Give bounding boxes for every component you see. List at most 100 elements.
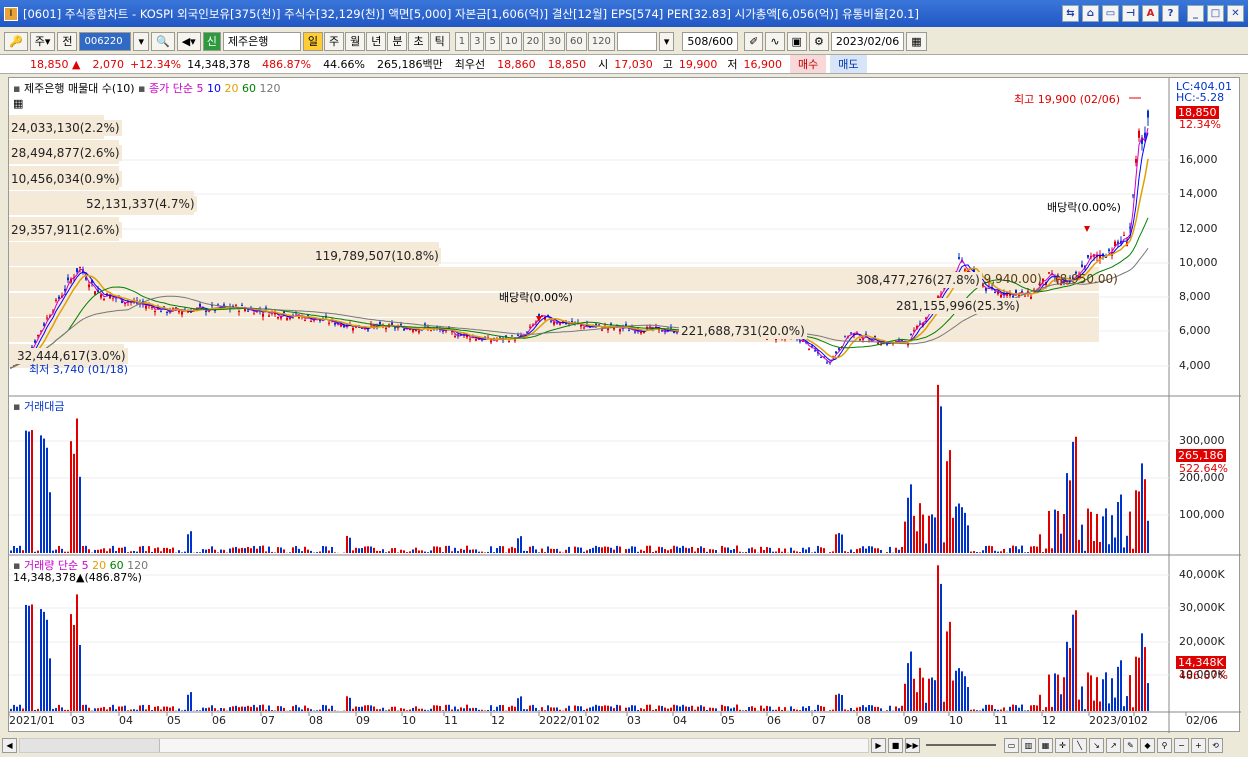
- settings-icon[interactable]: ⚙: [808, 31, 829, 51]
- timeframe-2[interactable]: 월: [345, 31, 366, 51]
- scrollbar-thumb[interactable]: [20, 738, 160, 752]
- volume-bar: [94, 708, 96, 711]
- interval-30[interactable]: 30: [544, 31, 566, 51]
- volume-bar: [172, 706, 174, 711]
- key-icon[interactable]: 🔑: [4, 31, 28, 51]
- pin-icon[interactable]: ⊣: [1122, 5, 1139, 22]
- amount-bar: [244, 548, 246, 553]
- volume-bar: [1033, 705, 1035, 711]
- chart-canvas[interactable]: [9, 78, 1241, 733]
- line-tool-icon[interactable]: ╲: [1072, 737, 1087, 753]
- interval-60[interactable]: 60: [566, 31, 587, 51]
- date-input[interactable]: 2023/02/06: [830, 31, 905, 51]
- pen-tool-icon[interactable]: ✎: [1123, 737, 1138, 753]
- indicator-icon[interactable]: ∿: [765, 31, 785, 51]
- help-icon[interactable]: ?: [1162, 5, 1179, 22]
- volume-bar: [244, 706, 246, 711]
- count-input[interactable]: 508/600: [682, 31, 739, 51]
- volume-bar: [61, 707, 63, 711]
- prev-button[interactable]: 전: [57, 31, 78, 51]
- interval-1[interactable]: 1: [454, 31, 470, 51]
- speaker-icon[interactable]: ◀▾: [176, 31, 201, 51]
- volume-bar: [985, 704, 987, 711]
- crosshair-icon[interactable]: ✛: [1055, 737, 1070, 753]
- interval-10[interactable]: 10: [500, 31, 522, 51]
- volume-bar: [364, 705, 366, 711]
- chart-area[interactable]: ▪ 제주은행 매물대 수(10) ▪ 종가 단순 5 10 20 60 120 …: [8, 77, 1241, 733]
- search-icon[interactable]: 🔍: [151, 31, 175, 51]
- close-button[interactable]: ✕: [1227, 5, 1244, 22]
- layout-icon-2[interactable]: ▥: [1021, 737, 1036, 753]
- reset-icon[interactable]: ⟲: [1208, 737, 1223, 753]
- volume-bar: [1036, 705, 1038, 711]
- amount-bar: [844, 551, 846, 553]
- volume-bar: [28, 605, 30, 711]
- timeframe-6[interactable]: 틱: [429, 31, 450, 51]
- volume-bar: [838, 693, 840, 711]
- timeframe-0[interactable]: 일: [302, 31, 323, 51]
- fast-forward-icon[interactable]: ▶▶: [905, 737, 920, 753]
- zoom-in-icon[interactable]: +: [1191, 737, 1206, 753]
- stock-code-input[interactable]: 006220: [79, 31, 132, 51]
- ask-price: 18,860: [497, 57, 536, 71]
- volume-bar: [46, 619, 48, 711]
- ray-tool-icon[interactable]: ↘: [1089, 737, 1104, 753]
- interval-20[interactable]: 20: [522, 31, 544, 51]
- price-panel-header: ▪ 제주은행 매물대 수(10) ▪ 종가 단순 5 10 20 60 120: [13, 82, 281, 95]
- arrow-tool-icon[interactable]: ↗: [1106, 737, 1121, 753]
- scrollbar-track[interactable]: [19, 737, 869, 753]
- amount-bar: [775, 551, 777, 553]
- amount-bar: [559, 551, 561, 553]
- volume-bar: [436, 705, 438, 711]
- high-label: 고: [662, 58, 673, 71]
- maximize-button[interactable]: □: [1207, 5, 1224, 22]
- layout-icon-1[interactable]: ▭: [1004, 737, 1019, 753]
- stock-name-field[interactable]: 제주은행: [222, 31, 301, 51]
- volume-bar: [145, 709, 147, 711]
- scroll-left-icon[interactable]: ◀: [2, 737, 17, 753]
- calendar-icon[interactable]: ▦: [906, 31, 927, 51]
- stop-icon[interactable]: ■: [888, 737, 903, 753]
- interval-dropdown[interactable]: ▾: [658, 31, 675, 51]
- amount-bar: [856, 549, 858, 553]
- code-dropdown-button[interactable]: ▾: [133, 31, 150, 51]
- volume-bar: [85, 704, 87, 711]
- x-axis-label: 2021/01: [9, 714, 55, 727]
- candle-body: [1015, 290, 1017, 294]
- volume-bar: [673, 704, 675, 711]
- grid-icon[interactable]: ▦: [13, 97, 23, 110]
- zoom-icon[interactable]: ⚲: [1157, 737, 1172, 753]
- window-icon[interactable]: ▭: [1102, 5, 1119, 22]
- period-select[interactable]: 주 ▾: [29, 31, 56, 51]
- layout-icon-3[interactable]: ▦: [1038, 737, 1053, 753]
- amount-bar: [322, 545, 324, 553]
- play-icon[interactable]: ▶: [871, 737, 886, 753]
- volume-bar: [595, 704, 597, 711]
- draw-tool-icon[interactable]: ✐: [744, 31, 764, 51]
- home-icon[interactable]: ⌂: [1082, 5, 1099, 22]
- timeframe-4[interactable]: 분: [387, 31, 408, 51]
- volume-bar: [805, 707, 807, 711]
- minimize-button[interactable]: _: [1187, 5, 1204, 22]
- volume-bar: [574, 705, 576, 711]
- price-panel-close-icon[interactable]: ▪: [13, 82, 20, 95]
- save-icon[interactable]: ▣: [786, 31, 807, 51]
- buy-button[interactable]: 매수: [790, 55, 827, 73]
- amount-bar: [667, 550, 669, 553]
- interval-120[interactable]: 120: [587, 31, 615, 51]
- link-icon[interactable]: ⇆: [1062, 5, 1079, 22]
- sell-button[interactable]: 매도: [830, 55, 867, 73]
- zoom-out-icon[interactable]: −: [1174, 737, 1189, 753]
- interval-5[interactable]: 5: [485, 31, 500, 51]
- zoom-slider[interactable]: [926, 744, 996, 746]
- interval-3[interactable]: 3: [470, 31, 485, 51]
- timeframe-1[interactable]: 주: [323, 31, 345, 51]
- amount-bar: [529, 546, 531, 553]
- volume-bar: [424, 709, 426, 711]
- timeframe-5[interactable]: 초: [408, 31, 429, 51]
- paint-icon[interactable]: ◆: [1140, 737, 1155, 753]
- font-icon[interactable]: A: [1142, 5, 1159, 22]
- ma-periods: 5 10 20 60 120: [196, 82, 280, 95]
- timeframe-3[interactable]: 년: [366, 31, 387, 51]
- interval-input[interactable]: [616, 31, 657, 51]
